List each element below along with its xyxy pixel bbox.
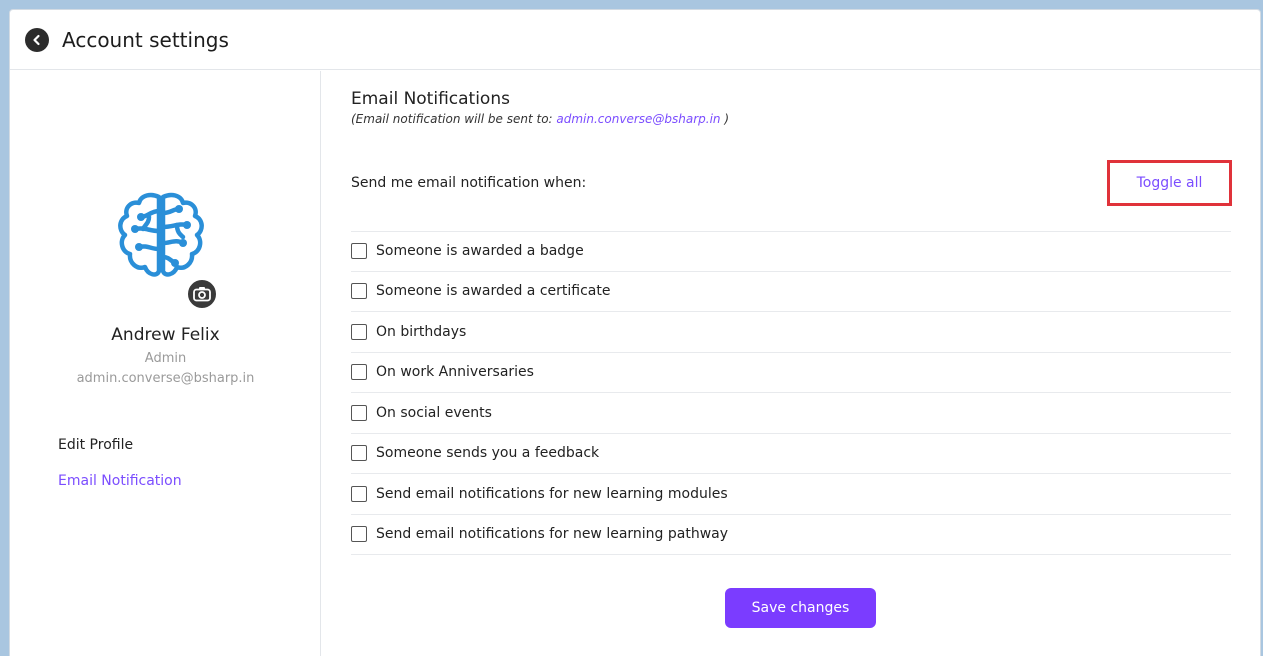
option-label: Someone is awarded a certificate (376, 283, 611, 300)
checkbox-badge[interactable] (351, 243, 367, 260)
checkbox-certificate[interactable] (351, 283, 367, 300)
list-item: On birthdays (351, 312, 1231, 353)
checkbox-anniversaries[interactable] (351, 364, 367, 381)
checkbox-birthdays[interactable] (351, 323, 367, 340)
checkbox-social-events[interactable] (351, 404, 367, 421)
sidebar-item-email-notification[interactable]: Email Notification (58, 473, 182, 489)
option-label: Send email notifications for new learnin… (376, 526, 729, 543)
list-item: Send email notifications for new learnin… (351, 474, 1231, 515)
avatar (113, 187, 223, 310)
toggle-all-button[interactable]: Toggle all (1107, 160, 1232, 206)
back-button[interactable] (25, 27, 49, 52)
account-settings-window: Account settings Andrew Felix Admin admi… (9, 9, 1261, 656)
profile-sidebar: Andrew Felix Admin admin.converse@bsharp… (10, 71, 321, 656)
list-item: Someone is awarded a certificate (351, 272, 1231, 312)
chevron-left-icon (33, 34, 40, 45)
section-subtitle: (Email notification will be sent to: adm… (351, 112, 729, 126)
user-role: Admin (144, 351, 187, 366)
user-name: Andrew Felix (111, 325, 220, 345)
save-changes-button[interactable]: Save changes (725, 588, 876, 628)
camera-icon (193, 287, 211, 302)
option-label: On work Anniversaries (376, 364, 534, 381)
checkbox-learning-pathway[interactable] (351, 526, 367, 543)
brain-icon (118, 192, 204, 277)
sidebar-item-edit-profile[interactable]: Edit Profile (58, 437, 133, 453)
checkbox-learning-modules[interactable] (351, 485, 367, 502)
subtitle-prefix: (Email notification will be sent to: (351, 112, 557, 126)
checkbox-feedback[interactable] (351, 445, 367, 462)
option-label: Send email notifications for new learnin… (376, 485, 728, 502)
list-item: Someone sends you a feedback (351, 434, 1231, 474)
list-item: Someone is awarded a badge (351, 231, 1231, 272)
subtitle-suffix: ) (720, 112, 730, 126)
option-label: Someone is awarded a badge (376, 243, 584, 260)
subtitle-email: admin.converse@bsharp.in (556, 112, 721, 126)
user-email: admin.converse@bsharp.in (76, 371, 255, 386)
option-label: On birthdays (376, 323, 467, 340)
section-title: Email Notifications (351, 89, 510, 109)
change-photo-button[interactable] (186, 278, 218, 310)
list-item: Send email notifications for new learnin… (351, 515, 1231, 555)
page-title: Account settings (62, 27, 229, 52)
notification-options-list: Someone is awarded a badge Someone is aw… (351, 231, 1231, 555)
option-label: Someone sends you a feedback (376, 445, 600, 462)
send-when-label: Send me email notification when: (351, 175, 587, 191)
list-item: On social events (351, 393, 1231, 434)
page-header: Account settings (10, 10, 1260, 70)
option-label: On social events (376, 404, 492, 421)
email-notifications-panel: Email Notifications (Email notification … (351, 71, 1240, 656)
list-item: On work Anniversaries (351, 353, 1231, 393)
